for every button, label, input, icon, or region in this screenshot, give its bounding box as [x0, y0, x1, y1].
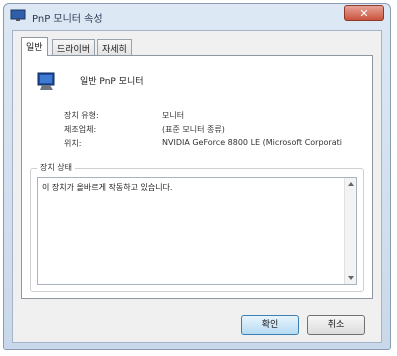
- close-button[interactable]: ✕: [344, 5, 384, 21]
- window-title: PnP 모니터 속성: [32, 14, 103, 25]
- device-status-text: 이 장치가 올바르게 작동하고 있습니다.: [42, 183, 173, 192]
- device-name: 일반 PnP 모니터: [80, 77, 144, 87]
- scroll-down-icon[interactable]: [348, 276, 354, 280]
- close-icon: ✕: [359, 7, 369, 20]
- property-value: (표준 모니터 종류): [162, 125, 225, 134]
- cancel-button[interactable]: 취소: [307, 315, 365, 335]
- tab-driver[interactable]: 드라이버: [52, 39, 96, 55]
- property-label: 위치:: [64, 139, 82, 148]
- device-status-label: 장치 상태: [37, 162, 75, 173]
- properties-window: PnP 모니터 속성 ✕ 일반 드라이버 자세히 일반 PnP 모니터 장치 유…: [3, 3, 391, 350]
- monitor-icon: [10, 9, 26, 21]
- scroll-up-icon[interactable]: [348, 182, 354, 186]
- dialog-client: 일반 드라이버 자세히 일반 PnP 모니터 장치 유형: 모니터 제조업체: …: [12, 30, 382, 343]
- device-status-textbox[interactable]: 이 장치가 올바르게 작동하고 있습니다.: [37, 177, 357, 285]
- property-value: NVIDIA GeForce 8800 LE (Microsoft Corpor…: [162, 138, 342, 147]
- tab-general[interactable]: 일반: [21, 37, 48, 56]
- status-scrollbar[interactable]: [344, 178, 356, 284]
- device-status-group: 장치 상태 이 장치가 올바르게 작동하고 있습니다.: [30, 162, 364, 292]
- property-label: 제조업체:: [64, 125, 97, 134]
- property-label: 장치 유형:: [64, 111, 99, 120]
- ok-button[interactable]: 확인: [241, 315, 299, 335]
- property-value: 모니터: [162, 111, 185, 120]
- title-bar[interactable]: PnP 모니터 속성 ✕: [4, 4, 390, 30]
- tab-details[interactable]: 자세히: [97, 39, 132, 55]
- monitor-icon: [37, 72, 55, 90]
- general-panel: 일반 PnP 모니터 장치 유형: 모니터 제조업체: (표준 모니터 종류) …: [21, 55, 373, 299]
